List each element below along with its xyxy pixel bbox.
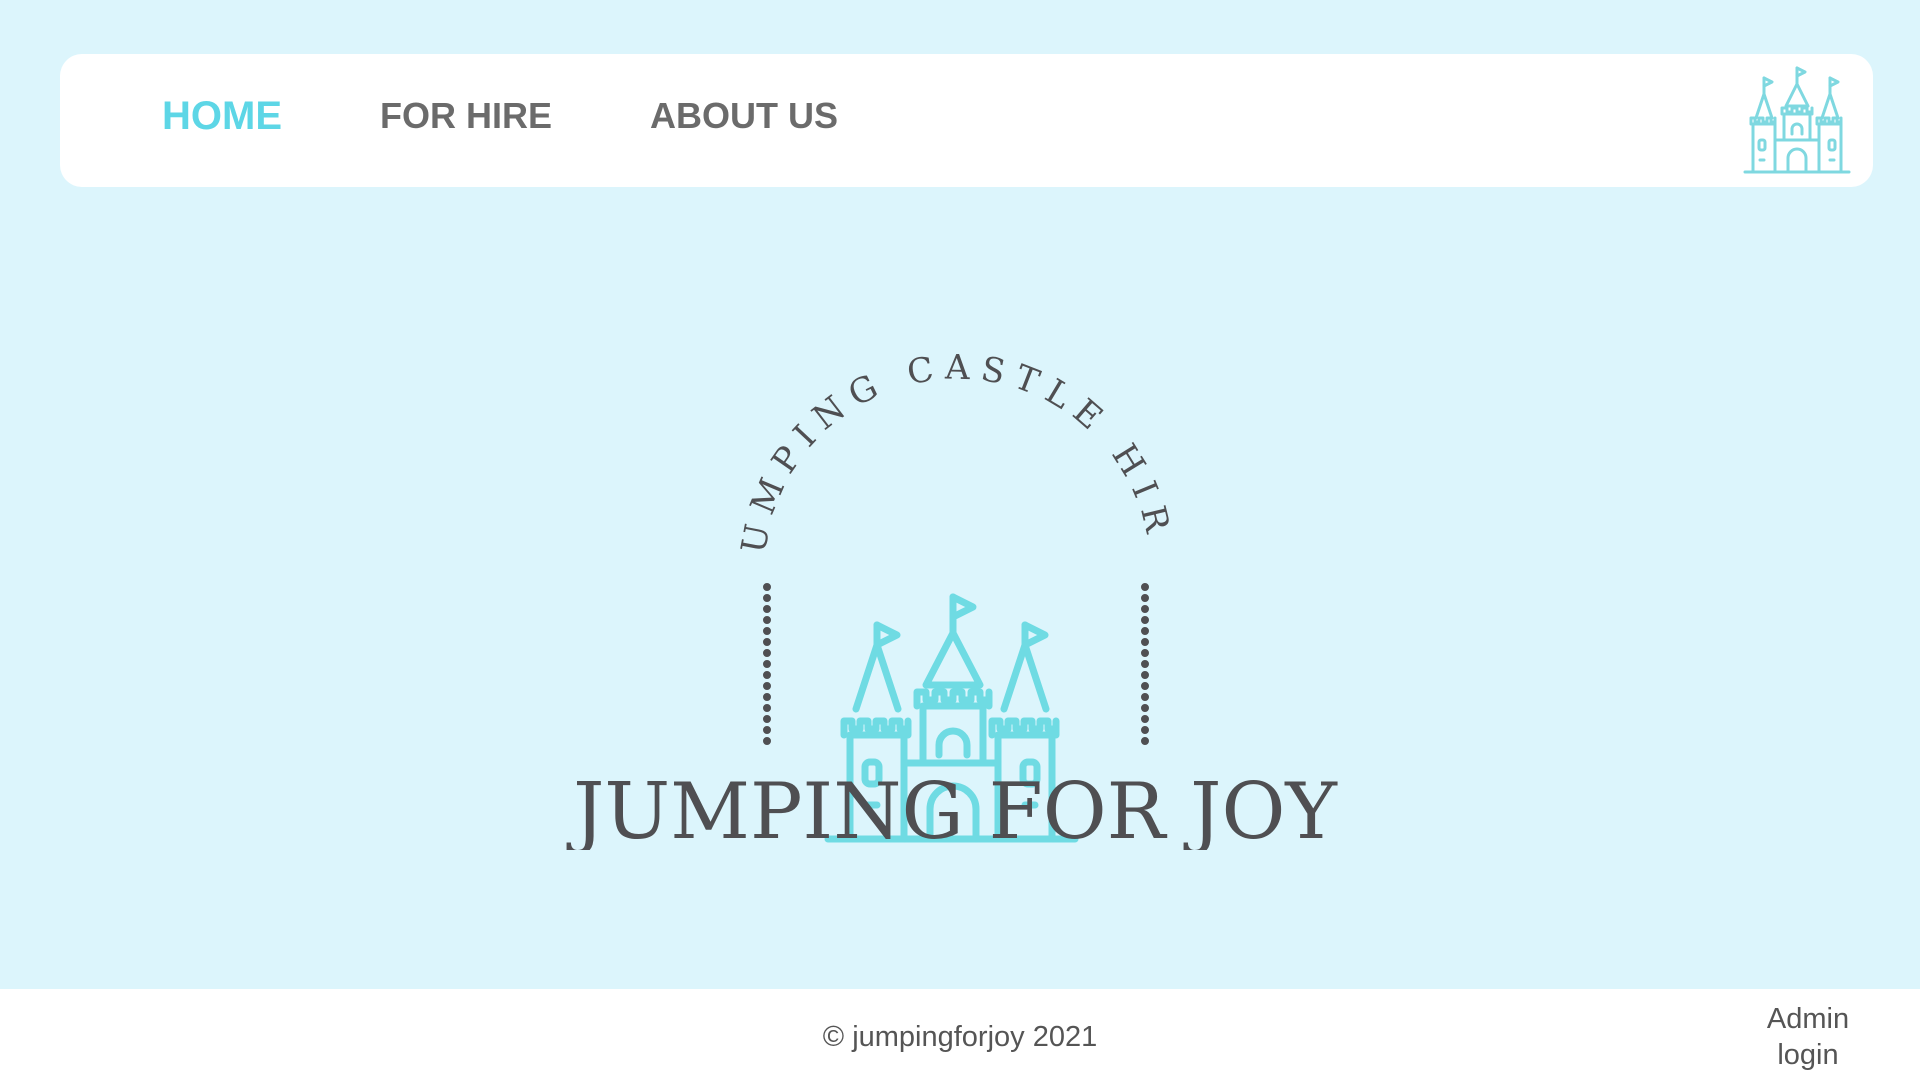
top-navbar: HOME FOR HIRE ABOUT US [60, 54, 1873, 187]
brand-title: JUMPING FOR JOY [566, 767, 1338, 850]
admin-login-link[interactable]: Admin login [1748, 1001, 1868, 1073]
nav-item-about-us[interactable]: ABOUT US [650, 98, 838, 134]
brand-logo: JUMPING CASTLE HIRE JUMPIN [560, 330, 1338, 850]
footer: © jumpingforjoy 2021 Admin login [0, 989, 1920, 1080]
admin-login-line-1[interactable]: Admin [1748, 1001, 1868, 1037]
nav-item-for-hire[interactable]: FOR HIRE [380, 98, 552, 134]
castle-icon[interactable] [1741, 64, 1853, 176]
admin-login-line-2[interactable]: login [1748, 1037, 1868, 1073]
copyright-text: © jumpingforjoy 2021 [822, 1021, 1098, 1053]
nav-item-home[interactable]: HOME [162, 96, 282, 136]
tagline-arc-text: JUMPING CASTLE HIRE [560, 330, 1179, 557]
